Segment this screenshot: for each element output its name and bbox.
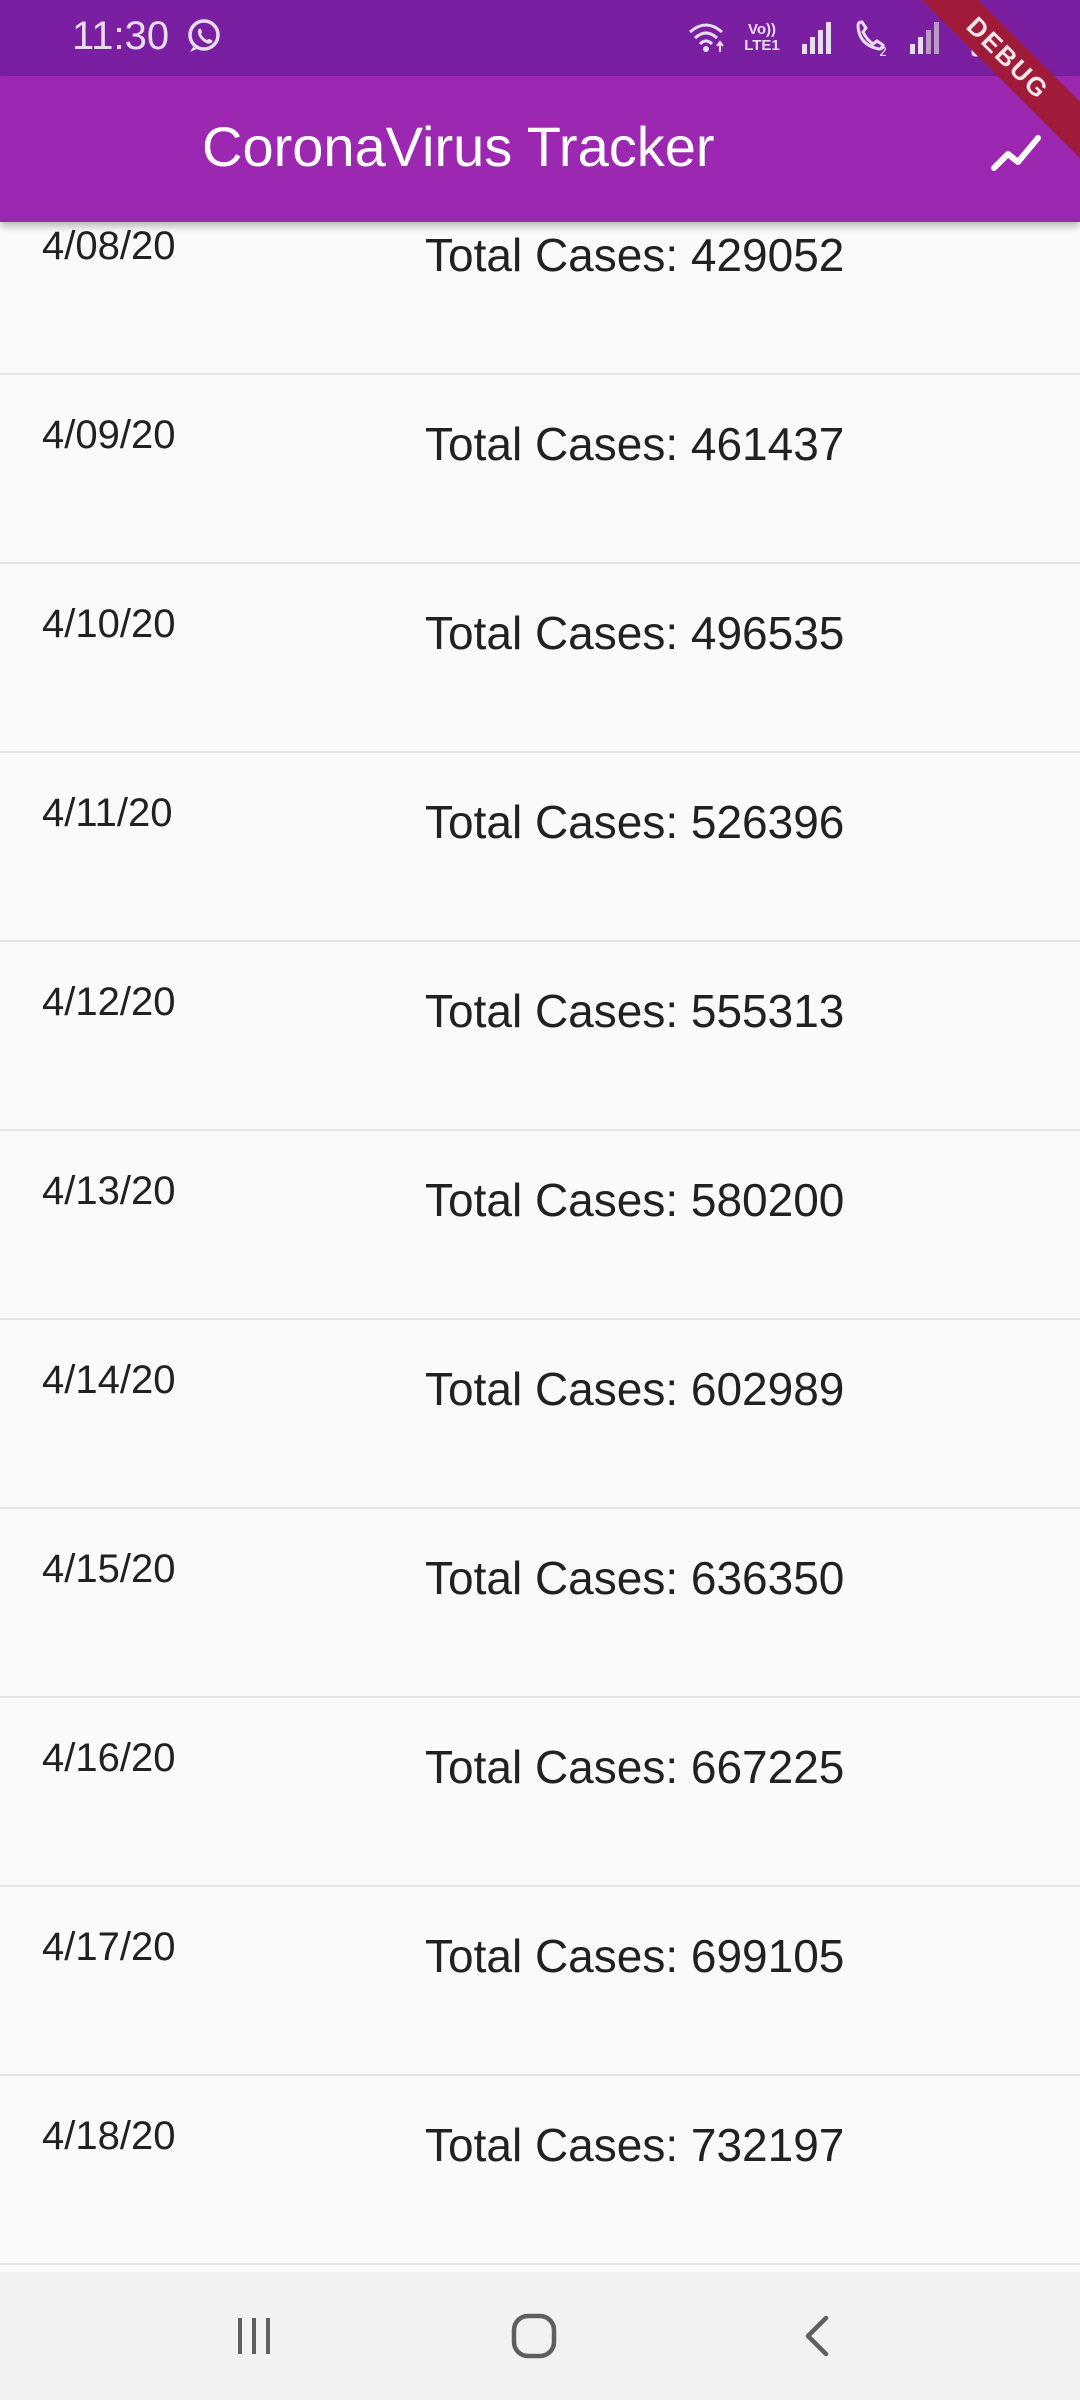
list-item[interactable]: 4/16/20 Total Cases: 667225	[0, 1698, 1080, 1887]
home-button[interactable]	[502, 2304, 566, 2368]
status-bar: 11:30 Vo)) LTE1 2	[0, 0, 1080, 76]
row-date: 4/15/20	[42, 1547, 176, 1591]
row-date: 4/09/20	[42, 413, 176, 457]
row-total: Total Cases: 580200	[425, 1174, 845, 1226]
row-date: 4/10/20	[42, 602, 176, 646]
signal-2-icon	[910, 22, 939, 54]
back-icon	[805, 2315, 829, 2357]
list-item[interactable]: 4/11/20 Total Cases: 526396	[0, 753, 1080, 942]
row-date: 4/12/20	[42, 980, 176, 1024]
row-date: 4/18/20	[42, 2114, 176, 2158]
row-date: 4/14/20	[42, 1358, 176, 1402]
app-bar: CoronaVirus Tracker	[0, 76, 1080, 222]
trending-up-icon	[991, 135, 1041, 171]
list-item[interactable]: 4/12/20 Total Cases: 555313	[0, 942, 1080, 1131]
row-total: Total Cases: 496535	[425, 607, 845, 659]
chart-button[interactable]	[978, 112, 1056, 190]
screen: 11:30 Vo)) LTE1 2 DEBUG CoronaVirus Trac…	[0, 0, 1080, 2400]
wifi-calling-icon: 2	[856, 20, 887, 58]
row-date: 4/11/20	[42, 791, 173, 835]
volte-lte-icon: Vo)) LTE1	[740, 22, 784, 54]
row-total: Total Cases: 732197	[425, 2119, 845, 2171]
row-total: Total Cases: 429052	[425, 229, 845, 281]
row-date: 4/17/20	[42, 1925, 176, 1969]
list-item[interactable]: 4/13/20 Total Cases: 580200	[0, 1131, 1080, 1320]
recent-apps-button[interactable]	[222, 2304, 286, 2368]
row-total: Total Cases: 526396	[425, 796, 845, 848]
list-item[interactable]: 4/08/20 Total Cases: 429052	[0, 222, 1080, 375]
app-title: CoronaVirus Tracker	[202, 115, 715, 178]
signal-icon	[802, 22, 831, 54]
row-date: 4/08/20	[42, 224, 176, 268]
row-total: Total Cases: 636350	[425, 1552, 845, 1604]
back-button[interactable]	[786, 2304, 850, 2368]
svg-text:2: 2	[879, 45, 887, 58]
status-time: 11:30	[72, 14, 170, 58]
wifi-icon	[689, 23, 724, 52]
list-item[interactable]: 4/17/20 Total Cases: 699105	[0, 1887, 1080, 2076]
whatsapp-icon	[188, 19, 220, 52]
row-total: Total Cases: 602989	[425, 1363, 845, 1415]
home-icon	[511, 2313, 557, 2359]
list-item[interactable]: 4/14/20 Total Cases: 602989	[0, 1320, 1080, 1509]
list-item[interactable]: 4/10/20 Total Cases: 496535	[0, 564, 1080, 753]
cases-list[interactable]: 4/08/20 Total Cases: 429052 4/09/20 Tota…	[0, 222, 1080, 2272]
recent-apps-icon	[238, 2318, 270, 2354]
row-total: Total Cases: 461437	[425, 418, 845, 470]
row-total: Total Cases: 667225	[425, 1741, 845, 1793]
system-nav-bar	[0, 2272, 1080, 2400]
lte-label: LTE1	[744, 37, 780, 54]
row-date: 4/16/20	[42, 1736, 176, 1780]
list-item[interactable]: 4/15/20 Total Cases: 636350	[0, 1509, 1080, 1698]
volte-label: Vo))	[747, 21, 777, 38]
row-total: Total Cases: 699105	[425, 1930, 845, 1982]
row-date: 4/13/20	[42, 1169, 176, 1213]
list-item[interactable]: 4/18/20 Total Cases: 732197	[0, 2076, 1080, 2265]
row-total: Total Cases: 555313	[425, 985, 845, 1037]
list-item[interactable]: 4/09/20 Total Cases: 461437	[0, 375, 1080, 564]
